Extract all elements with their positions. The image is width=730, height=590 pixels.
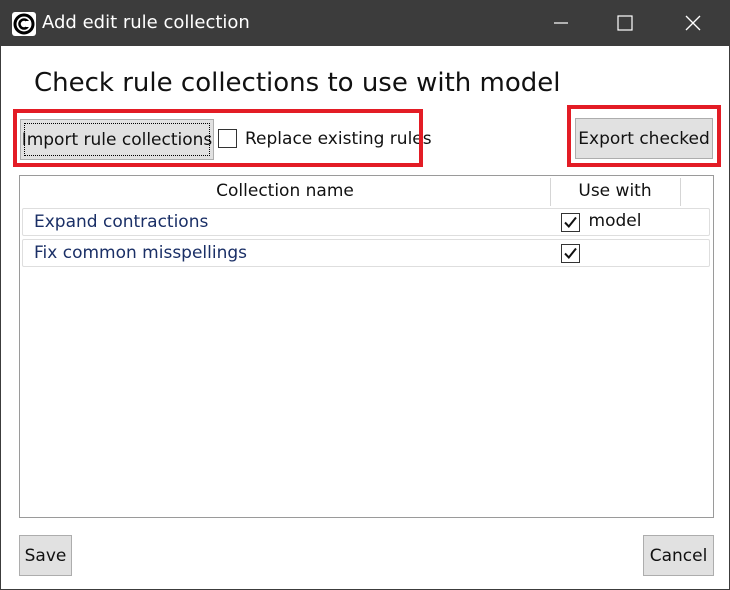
column-header-use-with-model[interactable]: Use with model	[550, 176, 680, 231]
dialog-window: Add edit rule collection Check rule coll…	[0, 0, 730, 590]
table-row[interactable]: Expand contractions	[22, 208, 710, 236]
window-title: Add edit rule collection	[42, 12, 250, 33]
cancel-button-label: Cancel	[649, 545, 708, 566]
table-row[interactable]: Fix common misspellings	[22, 239, 710, 267]
column-header-collection-name[interactable]: Collection name	[20, 176, 550, 206]
save-button-label: Save	[24, 545, 67, 566]
collection-name-cell[interactable]: Fix common misspellings	[34, 240, 247, 267]
use-with-model-checkbox[interactable]	[561, 213, 580, 232]
minimize-icon	[554, 22, 568, 24]
save-button[interactable]: Save	[19, 535, 72, 576]
app-logo-icon	[12, 12, 36, 36]
maximize-button[interactable]	[593, 1, 657, 46]
rule-collections-table[interactable]: Collection name Use with model Expand co…	[19, 175, 714, 518]
page-title: Check rule collections to use with model	[34, 68, 561, 98]
title-bar[interactable]: Add edit rule collection	[1, 1, 729, 46]
column-divider[interactable]	[680, 178, 681, 206]
highlight-box-import	[13, 109, 423, 167]
cancel-button[interactable]: Cancel	[643, 535, 714, 576]
close-icon	[685, 15, 701, 31]
highlight-box-export	[567, 105, 721, 167]
minimize-button[interactable]	[529, 1, 593, 46]
maximize-icon	[617, 15, 633, 31]
use-with-model-checkbox[interactable]	[561, 244, 580, 263]
collection-name-cell[interactable]: Expand contractions	[34, 209, 208, 236]
checkmark-icon	[564, 247, 577, 260]
close-button[interactable]	[661, 1, 725, 46]
checkmark-icon	[564, 216, 577, 229]
